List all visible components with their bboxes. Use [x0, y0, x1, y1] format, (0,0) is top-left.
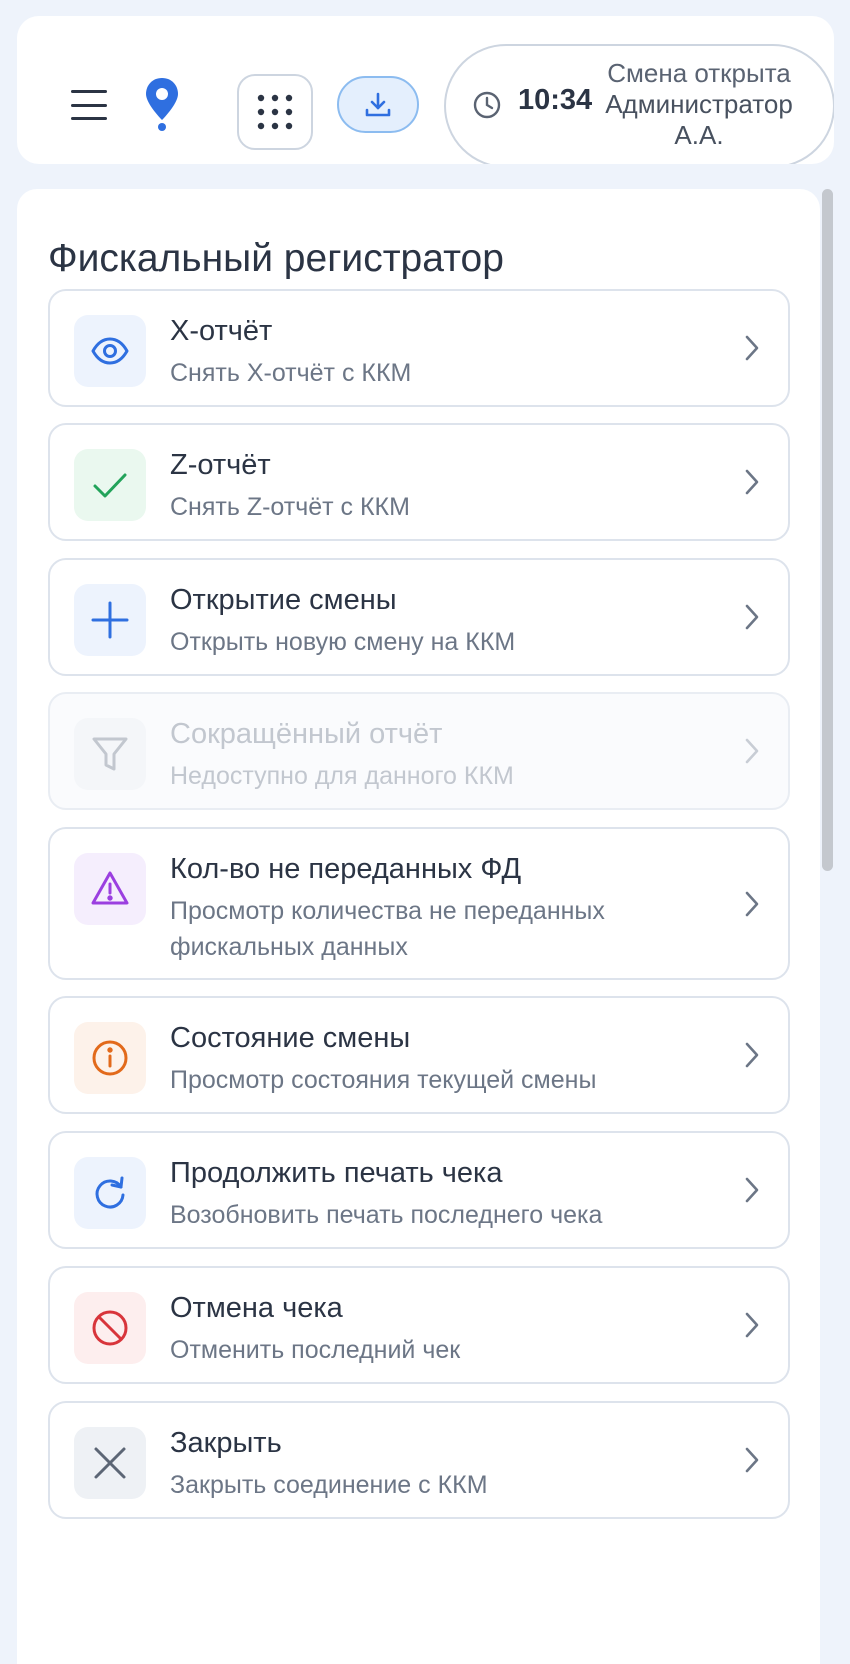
menu-item: Сокращённый отчёт Недоступно для данного …: [48, 692, 790, 810]
plus-icon: [74, 584, 146, 656]
session-info: Смена открыта Администратор А.А.: [589, 58, 809, 151]
chevron-right-icon: [745, 1177, 759, 1203]
menu-item-subtitle: Снять Z-отчёт с ККМ: [170, 493, 410, 521]
menu-item[interactable]: Состояние смены Просмотр состояния текуще…: [48, 996, 790, 1114]
eye-icon: [74, 315, 146, 387]
menu-item[interactable]: Z-отчёт Снять Z-отчёт с ККМ: [48, 423, 790, 541]
menu-item-title: Кол-во не переданных ФД: [170, 853, 522, 885]
chevron-right-icon: [745, 604, 759, 630]
menu-item[interactable]: Закрыть Закрыть соединение с ККМ: [48, 1401, 790, 1519]
top-header: 10:34 Смена открыта Администратор А.А.: [17, 16, 834, 164]
chevron-right-icon: [745, 891, 759, 916]
clock-icon: [473, 91, 501, 119]
close-icon: [74, 1427, 146, 1499]
chevron-right-icon: [745, 335, 759, 361]
chevron-right-icon: [745, 469, 759, 495]
menu-item-title: Отмена чека: [170, 1292, 343, 1324]
warning-icon: [74, 853, 146, 925]
menu-item[interactable]: Отмена чека Отменить последний чек: [48, 1266, 790, 1384]
session-time: 10:34: [518, 84, 593, 116]
apps-grid-button[interactable]: [237, 74, 313, 150]
menu-item[interactable]: X-отчёт Снять X-отчёт с ККМ: [48, 289, 790, 407]
menu-item[interactable]: Продолжить печать чека Возобновить печать…: [48, 1131, 790, 1249]
page-title: Фискальный регистратор: [48, 237, 504, 280]
download-icon: [365, 92, 391, 116]
location-pin-icon[interactable]: [144, 76, 180, 132]
operator-name: Администратор А.А.: [605, 89, 793, 150]
menu-item-title: Сокращённый отчёт: [170, 718, 443, 750]
refresh-icon: [74, 1157, 146, 1229]
menu-item-subtitle: Закрыть соединение с ККМ: [170, 1471, 488, 1499]
menu-item-title: X-отчёт: [170, 315, 273, 347]
menu-item-title: Продолжить печать чека: [170, 1157, 503, 1189]
cancel-icon: [74, 1292, 146, 1364]
grid-dots-icon: [257, 94, 293, 130]
menu-item-title: Состояние смены: [170, 1022, 411, 1054]
menu-item-subtitle: Возобновить печать последнего чека: [170, 1201, 603, 1229]
menu-item-subtitle: Недоступно для данного ККМ: [170, 762, 514, 790]
download-button[interactable]: [337, 76, 419, 133]
info-icon: [74, 1022, 146, 1094]
session-status-text: Смена открыта: [607, 58, 791, 88]
chevron-right-icon: [745, 1042, 759, 1068]
fiscal-registrar-panel: Фискальный регистратор X-отчёт Снять X-от…: [17, 189, 820, 1664]
menu-item[interactable]: Кол-во не переданных ФД Просмотр количест…: [48, 827, 790, 980]
menu-item[interactable]: Открытие смены Открыть новую смену на ККМ: [48, 558, 790, 676]
menu-item-title: Z-отчёт: [170, 449, 271, 481]
chevron-right-icon: [745, 1447, 759, 1473]
menu-item-title: Закрыть: [170, 1427, 282, 1459]
menu-item-subtitle: Просмотр количества не переданных фискал…: [170, 897, 605, 961]
chevron-right-icon: [745, 1312, 759, 1338]
menu-item-subtitle: Открыть новую смену на ККМ: [170, 628, 516, 656]
session-status-pill[interactable]: 10:34 Смена открыта Администратор А.А.: [444, 44, 834, 164]
check-icon: [74, 449, 146, 521]
menu-item-subtitle: Снять X-отчёт с ККМ: [170, 359, 412, 387]
menu-item-subtitle: Отменить последний чек: [170, 1336, 461, 1364]
menu-hamburger-icon[interactable]: [71, 90, 107, 120]
scrollbar[interactable]: [822, 189, 833, 871]
chevron-right-icon: [745, 738, 759, 764]
menu-item-title: Открытие смены: [170, 584, 397, 616]
filter-icon: [74, 718, 146, 790]
menu-item-subtitle: Просмотр состояния текущей смены: [170, 1066, 597, 1094]
